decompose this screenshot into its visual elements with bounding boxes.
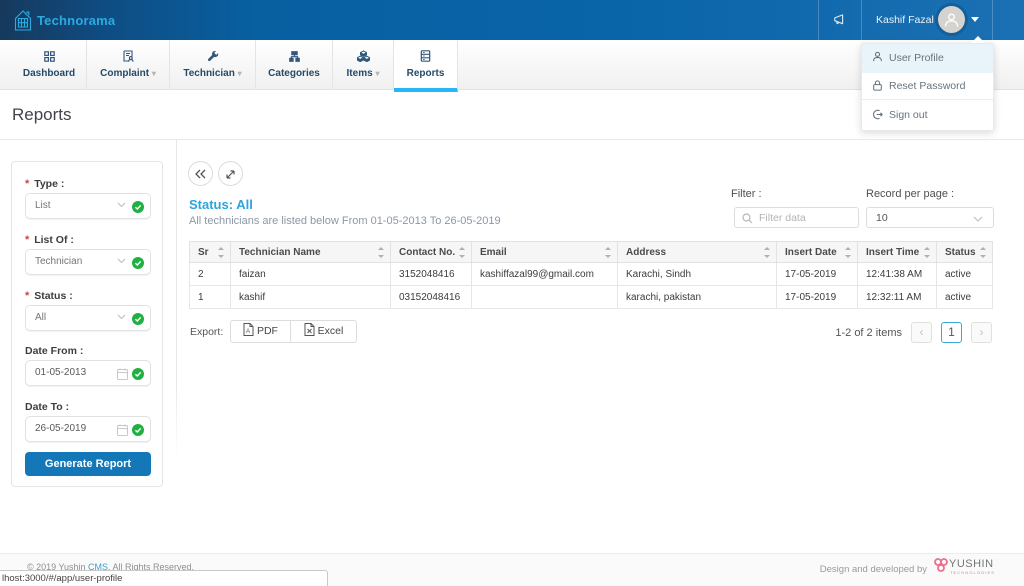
svg-text:A: A xyxy=(246,329,250,335)
